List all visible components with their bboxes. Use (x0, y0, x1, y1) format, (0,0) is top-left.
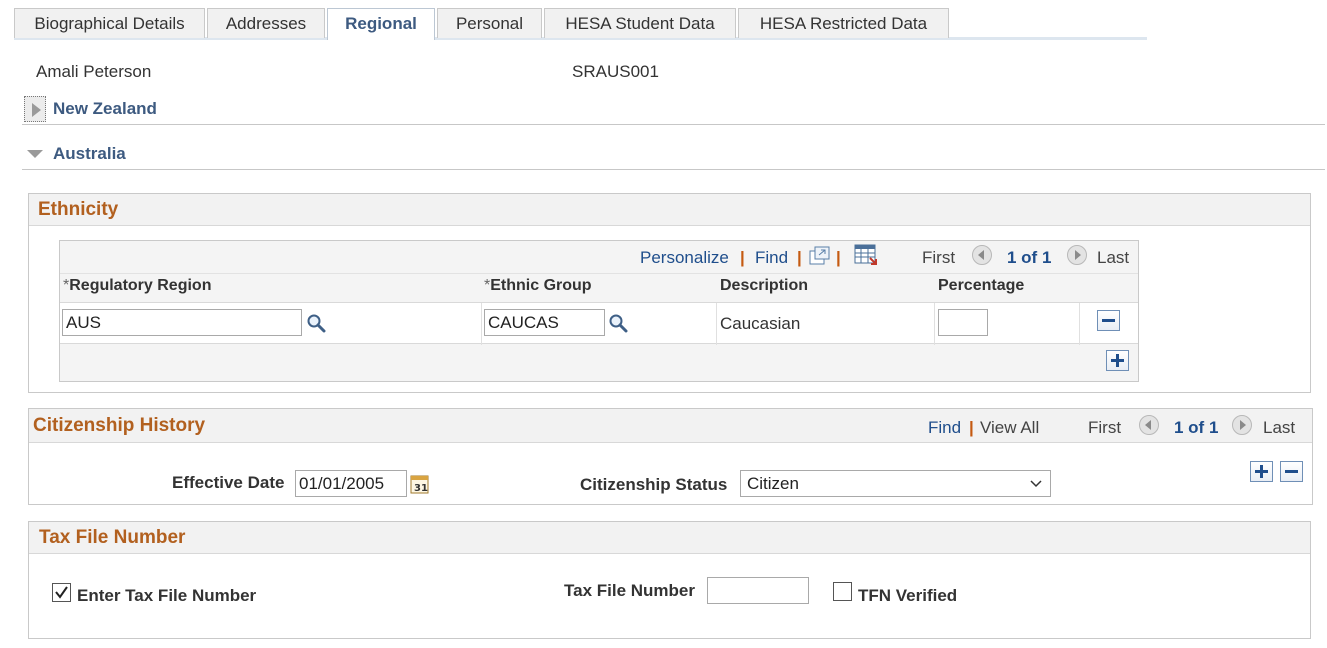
previous-row-button[interactable] (1139, 415, 1159, 435)
citizenship-status-select[interactable]: Citizen (740, 470, 1051, 497)
view-all-link[interactable]: View All (980, 418, 1039, 438)
citizenship-groupbox: Citizenship History Find | View All Firs… (28, 408, 1313, 505)
add-row-button[interactable] (1106, 350, 1129, 371)
tab-bar: Biographical Details Addresses Regional … (14, 8, 1147, 40)
ethnicity-grid: Personalize | Find | | First 1 of 1 Last… (59, 240, 1139, 382)
ethnicity-header: Ethnicity (29, 194, 1310, 226)
expand-toggle[interactable] (24, 96, 46, 122)
row-count: 1 of 1 (1174, 418, 1219, 437)
table-row: AUS CAUCAS Caucasian (60, 302, 1138, 345)
last-label: Last (1263, 418, 1296, 437)
citizenship-status-label: Citizenship Status (580, 475, 728, 494)
magnifier-icon[interactable] (608, 313, 628, 333)
description-value: Caucasian (720, 314, 801, 333)
enter-tfn-checkbox[interactable] (52, 583, 71, 602)
column-header-ethnic-group[interactable]: *Ethnic Group (484, 277, 592, 295)
find-link[interactable]: Find (928, 418, 961, 438)
tfn-verified-checkbox[interactable] (833, 582, 852, 601)
plus-icon (1255, 465, 1268, 478)
minus-icon (1285, 470, 1298, 473)
tab-hesa-student-data[interactable]: HESA Student Data (544, 8, 736, 38)
tab-addresses[interactable]: Addresses (207, 8, 325, 38)
section-title-new-zealand[interactable]: New Zealand (53, 99, 157, 119)
chevron-down-icon (1030, 480, 1042, 488)
row-count: 1 of 1 (1007, 248, 1052, 267)
arrow-left-icon (978, 250, 984, 260)
tax-file-number-header: Tax File Number (29, 522, 1310, 554)
percentage-input[interactable] (938, 309, 988, 336)
column-header-percentage[interactable]: Percentage (938, 277, 1024, 295)
cell-divider (481, 303, 482, 345)
tfn-label: Tax File Number (564, 581, 695, 600)
tfn-verified-label: TFN Verified (858, 586, 958, 605)
column-header-regulatory-region[interactable]: *Regulatory Region (63, 277, 211, 295)
next-row-button[interactable] (1232, 415, 1252, 435)
arrow-right-icon (1240, 420, 1246, 430)
tab-personal[interactable]: Personal (437, 8, 542, 38)
ethnic-group-input[interactable]: CAUCAS (484, 309, 605, 336)
tab-regional[interactable]: Regional (327, 8, 435, 40)
new-window-icon[interactable] (809, 246, 831, 266)
arrow-left-icon (1145, 420, 1151, 430)
triangle-right-icon (32, 103, 41, 117)
tab-hesa-restricted-data[interactable]: HESA Restricted Data (738, 8, 949, 38)
cell-divider (716, 303, 717, 345)
citizenship-header: Citizenship History Find | View All Firs… (29, 409, 1312, 443)
next-row-button[interactable] (1067, 245, 1087, 265)
ethnicity-title: Ethnicity (38, 199, 119, 220)
cell-divider (934, 303, 935, 345)
student-name: Amali Peterson (36, 62, 152, 81)
nav-separator: | (740, 248, 745, 267)
tfn-input[interactable] (707, 577, 809, 604)
student-id: SRAUS001 (572, 62, 659, 81)
collapse-toggle[interactable] (24, 145, 46, 163)
section-new-zealand: New Zealand (22, 94, 1325, 125)
svg-text:31: 31 (414, 483, 428, 494)
spreadsheet-download-icon[interactable] (854, 244, 878, 266)
cell-divider (1079, 303, 1080, 345)
nav-separator: | (797, 248, 802, 267)
effective-date-input[interactable]: 01/01/2005 (295, 470, 407, 497)
section-australia: Australia (22, 139, 1325, 170)
last-label: Last (1097, 248, 1130, 267)
magnifier-icon[interactable] (306, 313, 326, 333)
delete-citizenship-button[interactable] (1280, 461, 1303, 482)
nav-separator: | (836, 248, 841, 267)
column-header-description[interactable]: Description (720, 277, 808, 295)
previous-row-button[interactable] (972, 245, 992, 265)
section-title-australia[interactable]: Australia (53, 144, 126, 164)
effective-date-label: Effective Date (172, 473, 285, 492)
enter-tfn-label: Enter Tax File Number (77, 586, 257, 605)
ethnicity-groupbox: Ethnicity Personalize | Find | | First 1… (28, 193, 1311, 393)
minus-icon (1102, 319, 1115, 322)
tab-biographical-details[interactable]: Biographical Details (14, 8, 205, 38)
delete-row-button[interactable] (1097, 310, 1120, 331)
regulatory-region-input[interactable]: AUS (62, 309, 302, 336)
citizenship-title: Citizenship History (33, 415, 206, 436)
tax-file-number-groupbox: Tax File Number Enter Tax File Number Ta… (28, 521, 1311, 639)
find-link[interactable]: Find (755, 248, 788, 268)
arrow-right-icon (1075, 250, 1081, 260)
first-label: First (1088, 418, 1122, 437)
nav-separator: | (969, 418, 974, 437)
plus-icon (1111, 354, 1124, 367)
triangle-down-icon (27, 150, 43, 158)
personalize-link[interactable]: Personalize (640, 248, 729, 268)
calendar-icon[interactable]: 31 (410, 473, 430, 495)
first-label: First (922, 248, 956, 267)
add-citizenship-button[interactable] (1250, 461, 1273, 482)
tax-file-number-title: Tax File Number (39, 527, 186, 548)
checkmark-icon (55, 586, 68, 599)
